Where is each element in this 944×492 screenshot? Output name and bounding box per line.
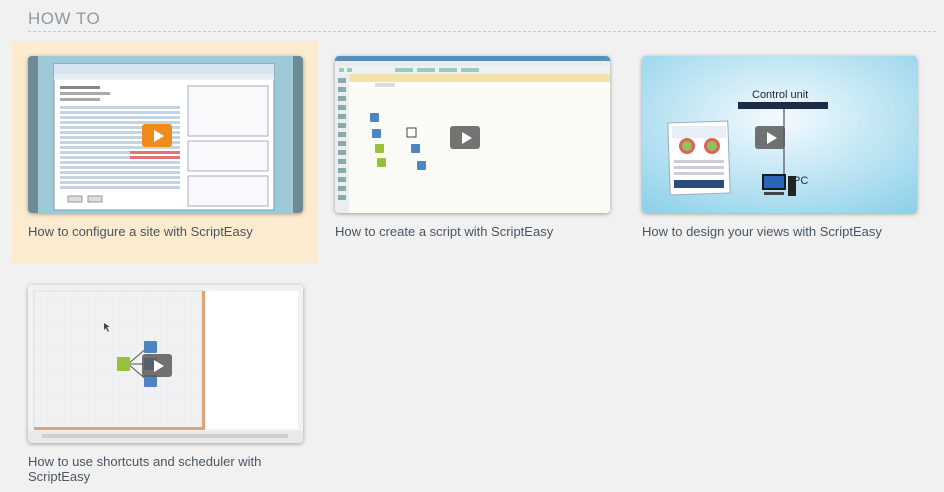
video-card-design-views[interactable]: Control unit PC How to design your views… [626,41,932,263]
video-thumbnail[interactable] [28,285,303,443]
video-thumbnail[interactable]: Control unit PC [642,56,917,213]
play-icon [766,131,777,144]
video-card-shortcuts-scheduler[interactable]: How to use shortcuts and scheduler with … [12,270,318,492]
play-button[interactable] [450,126,480,149]
video-caption[interactable]: How to design your views with ScriptEasy [642,224,922,239]
video-caption[interactable]: How to create a script with ScriptEasy [335,224,615,239]
section-title: HOW TO [28,9,101,28]
video-thumbnail[interactable] [335,56,610,213]
section-divider [28,31,936,32]
play-button[interactable] [142,124,172,147]
video-thumbnail[interactable] [28,56,303,213]
play-button[interactable] [755,126,785,149]
video-caption[interactable]: How to use shortcuts and scheduler with … [28,454,268,484]
video-card-create-script[interactable]: How to create a script with ScriptEasy [319,41,625,263]
video-caption[interactable]: How to configure a site with ScriptEasy [28,224,308,239]
video-card-configure-site[interactable]: How to configure a site with ScriptEasy [12,41,318,263]
control-unit-label: Control unit [752,89,809,101]
play-icon [153,129,164,142]
play-icon [461,131,472,144]
play-icon [153,359,164,372]
pc-label: PC [793,175,809,187]
play-button[interactable] [142,354,172,377]
